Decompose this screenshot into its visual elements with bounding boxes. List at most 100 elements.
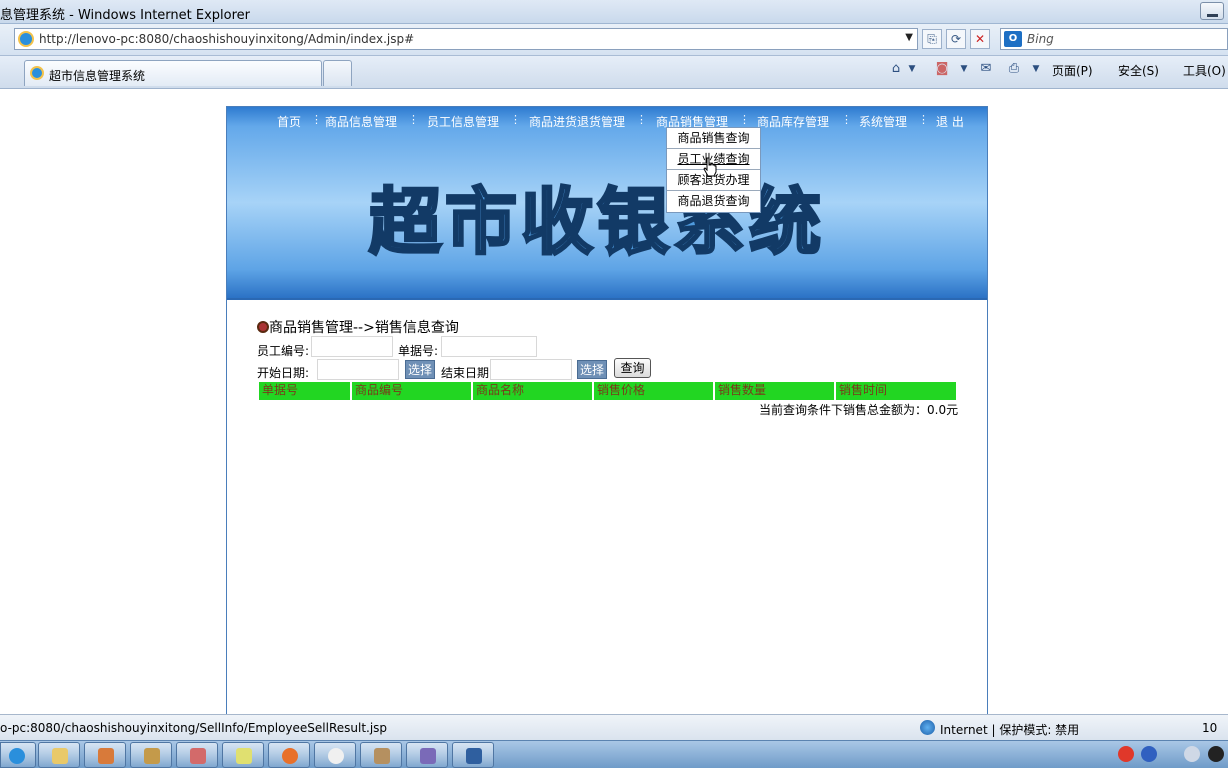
taskbar-notepad[interactable] — [222, 742, 264, 768]
safety-menu[interactable]: 安全(S) — [1118, 62, 1159, 79]
start-button[interactable] — [0, 742, 36, 768]
nav-employee-info[interactable]: 员工信息管理 — [427, 113, 499, 130]
app-icon — [466, 748, 482, 764]
sales-total: 当前查询条件下销售总金额为：0.0元 — [759, 403, 959, 417]
input-method-icon[interactable] — [1118, 746, 1134, 762]
employee-no-input[interactable] — [311, 336, 393, 357]
taskbar-app[interactable] — [130, 742, 172, 768]
feeds-icon[interactable]: ◙ — [934, 61, 950, 77]
chevron-down-icon[interactable]: ▼ — [1028, 61, 1044, 77]
stop-icon[interactable]: ✕ — [970, 29, 990, 49]
app-icon — [98, 748, 114, 764]
banner: 首页 ⋮ 商品信息管理 ⋮ 员工信息管理 ⋮ 商品进货退货管理 ⋮ 商品销售管理… — [227, 107, 987, 300]
breadcrumb-text: 商品销售管理-->销售信息查询 — [269, 320, 459, 336]
nav-separator: ⋮ — [408, 113, 419, 126]
address-bar[interactable]: http://lenovo-pc:8080/chaoshishouyinxito… — [14, 28, 918, 50]
menu-item-return-query[interactable]: 商品退货查询 — [667, 191, 760, 212]
app-icon — [144, 748, 160, 764]
nav-separator: ⋮ — [311, 113, 322, 126]
page-content: 首页 ⋮ 商品信息管理 ⋮ 员工信息管理 ⋮ 商品进货退货管理 ⋮ 商品销售管理… — [0, 90, 1228, 716]
nav-separator: ⋮ — [510, 113, 521, 126]
page-menu[interactable]: 页面(P) — [1052, 62, 1093, 79]
tab-active[interactable]: 超市信息管理系统 — [24, 60, 322, 86]
taskbar-explorer[interactable] — [38, 742, 80, 768]
app-icon — [328, 748, 344, 764]
nav-separator: ⋮ — [841, 113, 852, 126]
ie-icon — [9, 748, 25, 764]
address-url: http://lenovo-pc:8080/chaoshishouyinxito… — [39, 32, 415, 46]
nav-separator: ⋮ — [636, 113, 647, 126]
mail-icon[interactable]: ✉ — [978, 61, 994, 77]
address-row: http://lenovo-pc:8080/chaoshishouyinxito… — [0, 24, 1228, 56]
app-icon — [190, 748, 206, 764]
column-header: 商品编号 — [352, 382, 471, 400]
banner-title: 超市收银系统 — [367, 179, 825, 266]
qq-icon[interactable] — [1208, 746, 1224, 762]
end-date-select-button[interactable]: 选择 — [577, 360, 607, 379]
module-icon — [257, 321, 269, 333]
start-date-input[interactable] — [317, 359, 399, 380]
folder-icon — [52, 748, 68, 764]
tools-menu[interactable]: 工具(O) — [1183, 62, 1226, 79]
search-box[interactable]: O Bing — [1000, 28, 1228, 50]
column-header: 销售价格 — [594, 382, 713, 400]
bing-icon: O — [1004, 31, 1022, 47]
compatibility-icon[interactable]: ⎘ — [922, 29, 942, 49]
taskbar-app[interactable] — [406, 742, 448, 768]
globe-icon — [920, 720, 935, 735]
taskbar-app[interactable] — [452, 742, 494, 768]
nav-purchase-return[interactable]: 商品进货退货管理 — [529, 113, 625, 130]
security-zone[interactable]: Internet | 保护模式: 禁用 — [940, 721, 1079, 738]
minimize-button[interactable] — [1200, 2, 1224, 20]
chevron-down-icon[interactable]: ▼ — [905, 32, 913, 43]
refresh-icon[interactable]: ⟳ — [946, 29, 966, 49]
home-icon[interactable]: ⌂ — [888, 61, 904, 77]
taskbar-app[interactable] — [314, 742, 356, 768]
taskbar-app[interactable] — [360, 742, 402, 768]
column-header: 销售时间 — [836, 382, 956, 400]
help-icon[interactable] — [1141, 746, 1157, 762]
ie-tab-icon — [30, 66, 44, 80]
taskbar-app[interactable] — [176, 742, 218, 768]
nav-logout[interactable]: 退 出 — [936, 113, 964, 130]
start-date-select-button[interactable]: 选择 — [405, 360, 435, 379]
taskbar-app[interactable] — [84, 742, 126, 768]
hand-cursor-icon — [703, 157, 717, 177]
query-button[interactable]: 查询 — [614, 358, 651, 378]
app-icon — [420, 748, 436, 764]
column-header: 商品名称 — [473, 382, 592, 400]
print-icon[interactable]: ⎙ — [1006, 61, 1022, 77]
chevron-down-icon[interactable]: ▼ — [956, 61, 972, 77]
sales-table-header: 单据号 商品编号 商品名称 销售价格 销售数量 销售时间 — [259, 382, 956, 400]
taskbar-firefox[interactable] — [268, 742, 310, 768]
volume-icon[interactable] — [1184, 746, 1200, 762]
employee-no-label: 员工编号: — [257, 344, 310, 358]
search-engine-label: Bing — [1027, 32, 1054, 46]
chevron-down-icon[interactable]: ▼ — [904, 61, 920, 77]
new-tab-button[interactable] — [323, 60, 352, 86]
nav-separator: ⋮ — [739, 113, 750, 126]
ie-page-icon — [18, 31, 34, 47]
top-nav: 首页 ⋮ 商品信息管理 ⋮ 员工信息管理 ⋮ 商品进货退货管理 ⋮ 商品销售管理… — [227, 107, 987, 133]
nav-separator: ⋮ — [918, 113, 929, 126]
bill-no-label: 单据号: — [398, 344, 439, 358]
zoom-level[interactable]: 10 — [1202, 721, 1217, 735]
nav-inventory[interactable]: 商品库存管理 — [757, 113, 829, 130]
bill-no-input[interactable] — [441, 336, 537, 357]
nav-home[interactable]: 首页 — [277, 113, 301, 130]
nav-system[interactable]: 系统管理 — [859, 113, 907, 130]
breadcrumb: 商品销售管理-->销售信息查询 — [257, 317, 459, 337]
start-date-label: 开始日期: — [257, 366, 310, 380]
app-icon — [374, 748, 390, 764]
end-date-label: 结束日期 — [441, 366, 490, 380]
app-frame: 首页 ⋮ 商品信息管理 ⋮ 员工信息管理 ⋮ 商品进货退货管理 ⋮ 商品销售管理… — [226, 106, 988, 716]
end-date-input[interactable] — [490, 359, 572, 380]
column-header: 单据号 — [259, 382, 350, 400]
taskbar — [0, 740, 1228, 768]
title-bar: 息管理系统 - Windows Internet Explorer — [0, 0, 1228, 24]
notepad-icon — [236, 748, 252, 764]
status-url: o-pc:8080/chaoshishouyinxitong/SellInfo/… — [0, 721, 388, 735]
nav-product-info[interactable]: 商品信息管理 — [325, 113, 397, 130]
tab-title: 超市信息管理系统 — [49, 69, 146, 83]
menu-item-sales-query[interactable]: 商品销售查询 — [667, 128, 760, 149]
